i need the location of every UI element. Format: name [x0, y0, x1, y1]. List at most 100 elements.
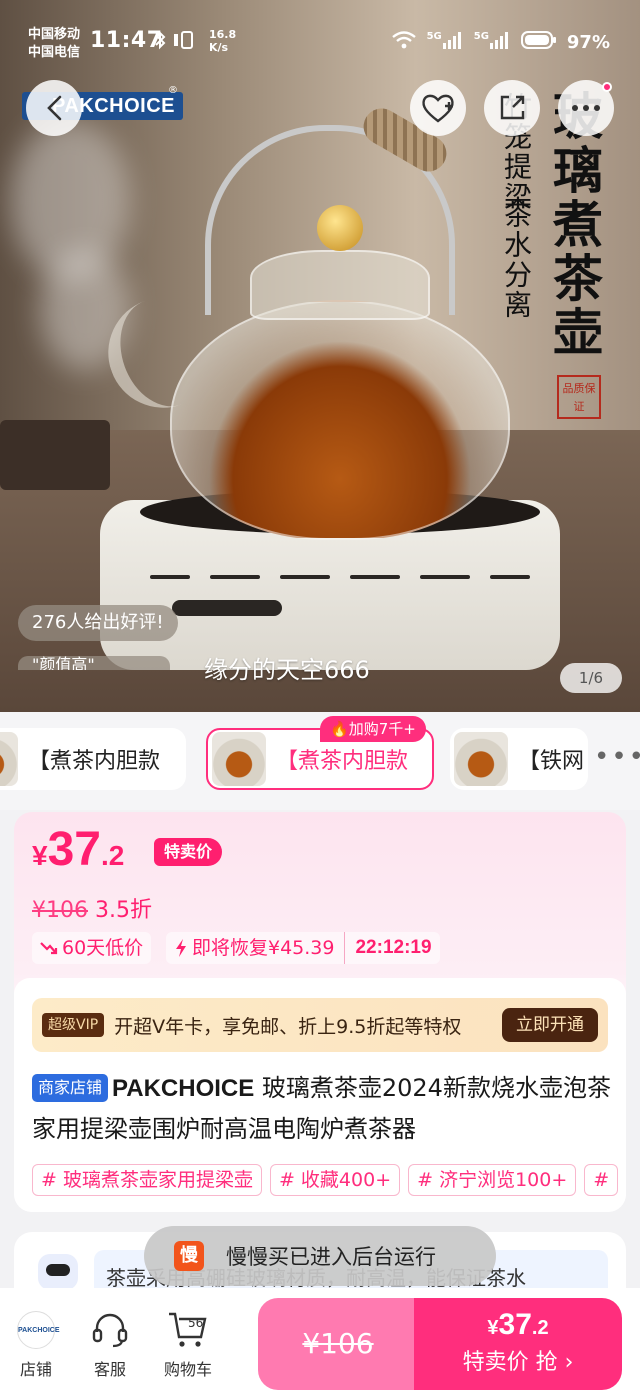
low-price-label: 60天低价 [62, 937, 144, 959]
buy-original-price-button[interactable]: ¥106 [258, 1298, 418, 1390]
more-menu-button[interactable] [558, 80, 614, 136]
heart-plus-icon [422, 94, 454, 123]
lightning-icon [176, 939, 186, 957]
price-decimal: .2 [100, 840, 125, 871]
review-bubble-next: "颜值高" [18, 656, 170, 670]
sku-hot-tag: 🔥加购7千+ [320, 716, 426, 742]
stove-slot [172, 600, 282, 616]
seal-stamp: 品质保证 [557, 375, 601, 419]
buy-label-text: 特卖价 抢 [462, 1350, 558, 1375]
sku-option[interactable]: 【铁网 [450, 728, 588, 790]
cart-button[interactable]: 56 购物车 [158, 1310, 218, 1380]
status-bar: 中国移动 中国电信 11:47 16.8 K/s 5G 5G 97% [0, 0, 640, 70]
teapot-lid [250, 250, 430, 320]
bottom-action-bar: PAKCHOICE 店铺 客服 56 购物车 ¥106 ¥37.2 特卖价 抢 … [0, 1288, 640, 1400]
sale-price-badge: 特卖价 [154, 838, 223, 866]
speed-unit: K/s [209, 41, 229, 54]
stove-dash [490, 575, 530, 579]
signal-5g-icon: 5G [474, 31, 511, 53]
customer-service-button[interactable]: 客服 [80, 1310, 140, 1380]
share-icon [500, 95, 525, 120]
chevron-right-icon: › [557, 1350, 574, 1375]
registered-mark: ® [168, 85, 178, 96]
sku-label: 【煮茶内胆款 [28, 749, 161, 774]
discount-rate: 3.5折 [95, 898, 152, 923]
status-right-icons: 5G 5G 97% [391, 30, 610, 54]
fire-icon: 🔥 [330, 720, 349, 738]
product-title: 商家店铺 PAKCHOICE 玻璃煮茶壶2024新款烧水壶泡茶家用提梁壶围炉耐高温… [32, 1068, 612, 1149]
buy-now-button[interactable]: ¥37.2 特卖价 抢 › [414, 1298, 622, 1390]
sku-label: 【铁网 [518, 749, 585, 774]
shop-label: 店铺 [19, 1360, 52, 1379]
product-tag[interactable]: # 玻璃煮茶壶家用提梁壶 [32, 1164, 262, 1196]
toast-text: 慢慢买已进入后台运行 [226, 1245, 436, 1269]
price-restore-chip: 即将恢复¥45.39 22:12:19 [166, 932, 440, 964]
countdown-timer: 22:12:19 [344, 932, 432, 964]
back-arrow-icon [47, 95, 62, 121]
vip-banner[interactable]: 超级VIP 开超V年卡，享免邮、折上9.5折起等特权 立即开通 [32, 998, 608, 1052]
button-price-integer: 37 [498, 1308, 532, 1341]
vip-text: 开超V年卡，享免邮、折上9.5折起等特权 [114, 1015, 462, 1038]
favorite-button[interactable] [410, 80, 466, 136]
original-price: ¥106 [32, 898, 88, 923]
price-card: ¥37.2 特卖价 ¥106 3.5折 60天低价 即将恢复¥45.39 22:… [14, 812, 626, 1212]
battery-icon [520, 31, 557, 53]
signal-5g-icon: 5G [427, 31, 464, 53]
buy-now-label: 特卖价 抢 › [414, 1344, 622, 1376]
image-counter: 1/6 [560, 663, 622, 693]
product-page: 玻璃煮茶壶 竹笼提梁 茶水分离 品质保证 PAKCHOICE ® 276人给出好… [0, 0, 640, 1400]
hero-tray [0, 420, 110, 490]
network-type-2: 5G [473, 31, 489, 42]
back-button[interactable] [26, 80, 82, 136]
trend-down-icon [40, 942, 58, 955]
sku-more-button[interactable]: ••• [594, 742, 640, 772]
shop-logo: PAKCHOICE [17, 1311, 59, 1349]
sku-hot-tag-label: 加购7千+ [348, 720, 416, 738]
vip-tag: 超级VIP [42, 1013, 105, 1037]
stove-dash [210, 575, 260, 579]
price-integer: 37 [47, 823, 101, 876]
sku-label: 【煮茶内胆款 [276, 749, 409, 774]
current-price: ¥37.2 [32, 822, 124, 877]
network-speed: 16.8 K/s [209, 28, 236, 54]
background-running-toast: 慢 慢慢买已进入后台运行 [144, 1226, 496, 1286]
cart-label: 购物车 [163, 1360, 212, 1379]
stove-dash [280, 575, 330, 579]
notification-dot [602, 82, 612, 92]
shop-nav-button[interactable]: PAKCHOICE 店铺 [6, 1310, 66, 1380]
product-tag[interactable]: # 收藏400+ [269, 1164, 401, 1196]
teapot-body [170, 300, 510, 540]
stove-dash [150, 575, 190, 579]
wifi-icon [391, 30, 417, 54]
price-currency: ¥ [32, 840, 48, 871]
sku-option[interactable]: 【煮茶内胆款 [0, 728, 186, 790]
button-price-currency: ¥ [487, 1317, 499, 1339]
shop-logo-icon: PAKCHOICE [6, 1310, 66, 1350]
share-button[interactable] [484, 80, 540, 136]
network-type-1: 5G [426, 31, 442, 42]
stove-dash [420, 575, 470, 579]
product-tags: # 玻璃煮茶壶家用提梁壶 # 收藏400+ # 济宁浏览100+ # [32, 1164, 626, 1198]
carrier-1: 中国移动 [28, 27, 81, 42]
carrier-2: 中国电信 [28, 45, 81, 60]
vip-open-button[interactable]: 立即开通 [502, 1008, 598, 1042]
product-tag[interactable]: # [584, 1164, 619, 1196]
low-price-chip: 60天低价 [32, 932, 152, 964]
product-image-carousel[interactable]: 玻璃煮茶壶 竹笼提梁 茶水分离 品质保证 PAKCHOICE ® 276人给出好… [0, 0, 640, 712]
service-label: 客服 [93, 1360, 126, 1379]
product-info: 超级VIP 开超V年卡，享免邮、折上9.5折起等特权 立即开通 商家店铺 PAKC… [14, 978, 626, 1212]
product-tag[interactable]: # 济宁浏览100+ [408, 1164, 577, 1196]
teapot-knob [317, 205, 363, 251]
sku-thumbnail [454, 732, 508, 786]
bluetooth-icon [152, 30, 202, 54]
carrier-info: 中国移动 中国电信 [28, 26, 80, 62]
button-original-price: ¥106 [302, 1327, 374, 1360]
more-dots-icon [572, 105, 600, 111]
product-brand: PAKCHOICE [112, 1075, 255, 1102]
original-price-row: ¥106 3.5折 [32, 892, 152, 924]
button-price-decimal: .2 [531, 1317, 549, 1339]
battery-percent: 97% [566, 31, 610, 53]
danmu-comment: 缘分的天空666 [204, 656, 370, 684]
speed-value: 16.8 [209, 28, 237, 41]
headset-icon [80, 1310, 140, 1350]
